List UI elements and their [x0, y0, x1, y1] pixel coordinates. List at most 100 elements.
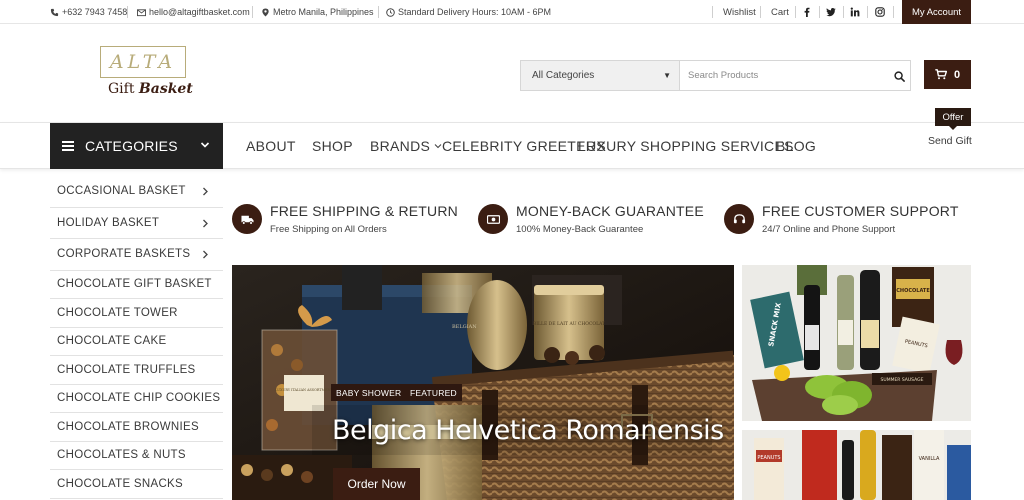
product-image-wine-basket[interactable]: CHOCOLATE SNACK MIX PEANUTS SUMMER SAUSA…: [742, 265, 971, 421]
location-text: Metro Manila, Philippines: [273, 7, 374, 17]
instagram-link[interactable]: [868, 0, 892, 24]
cart-link[interactable]: Cart: [771, 0, 789, 24]
feature-icon-circle: [724, 204, 754, 234]
offer-badge: Offer: [935, 108, 971, 130]
chevron-right-icon: [203, 219, 208, 228]
wine-basket-image: CHOCOLATE SNACK MIX PEANUTS SUMMER SAUSA…: [742, 265, 971, 421]
email-address[interactable]: hello@altagiftbasket.com: [149, 7, 250, 17]
feature-subtitle: Free Shipping on All Orders: [270, 224, 387, 235]
search-button[interactable]: [890, 67, 908, 85]
chevron-down-icon: [434, 144, 442, 149]
category-sidebar: OCCASIONAL BASKET HOLIDAY BASKET CORPORA…: [50, 176, 223, 499]
snack-basket-image: PEANUTS VANILLA: [742, 430, 971, 500]
cart-count: 0: [953, 68, 961, 81]
feature-subtitle: 100% Money-Back Guarantee: [516, 224, 644, 235]
chevron-right-icon: [203, 187, 208, 196]
hero-tag-featured[interactable]: FEATURED: [405, 384, 462, 401]
headset-icon: [733, 213, 745, 223]
sidebar-item-label: CHOCOLATE GIFT BASKET: [57, 278, 212, 291]
feature-title: FREE SHIPPING & RETURN: [270, 203, 458, 219]
linkedin-link[interactable]: [843, 0, 867, 24]
wishlist-link[interactable]: Wishlist: [723, 0, 756, 24]
money-icon: [486, 214, 500, 224]
feature-icon-circle: [232, 204, 262, 234]
nav-blog[interactable]: BLOG: [776, 123, 816, 169]
sidebar-item-label: CHOCOLATE CHIP COOKIES: [57, 392, 221, 405]
sidebar-item-chocolate-gift-basket[interactable]: CHOCOLATE GIFT BASKET: [50, 271, 223, 299]
top-bar: +632 7943 7458 hello@altagiftbasket.com …: [0, 0, 1024, 24]
hero-image: BILLE DE LAIT AU CHOCOLAT LUXURY ITALIAN…: [232, 265, 734, 500]
shopping-cart-icon: [935, 69, 947, 80]
nav-brands-label: BRANDS: [370, 138, 431, 154]
sidebar-item-occasional-basket[interactable]: OCCASIONAL BASKET: [50, 176, 223, 208]
feature-money-back: MONEY-BACK GUARANTEE 100% Money-Back Gua…: [478, 203, 704, 239]
twitter-icon: [826, 8, 836, 17]
sidebar-item-label: CHOCOLATES & NUTS: [57, 449, 186, 462]
phone-info: +632 7943 7458: [50, 0, 127, 24]
mail-icon: [137, 8, 146, 16]
header-cart-button[interactable]: 0: [924, 60, 971, 89]
logo-alta-text: ALTA: [109, 51, 177, 73]
location-info: Metro Manila, Philippines: [261, 0, 374, 24]
menu-icon: [62, 141, 74, 151]
order-now-button[interactable]: Order Now: [333, 468, 420, 500]
clock-icon: [386, 7, 395, 17]
search-input[interactable]: [680, 60, 911, 91]
category-select-value: All Categories: [532, 70, 595, 81]
truck-icon: [240, 215, 254, 225]
delivery-hours: Standard Delivery Hours: 10AM - 6PM: [398, 7, 552, 17]
hero-tag-baby-shower[interactable]: BABY SHOWER: [331, 384, 407, 401]
hero-banner[interactable]: BILLE DE LAIT AU CHOCOLAT LUXURY ITALIAN…: [232, 265, 734, 500]
belgian-label-text: BELGIAN: [452, 324, 477, 330]
sidebar-item-label: CHOCOLATE TOWER: [57, 306, 178, 319]
instagram-icon: [875, 7, 885, 17]
logo-subtitle: Gift Basket: [108, 81, 193, 97]
categories-label: CATEGORIES: [85, 138, 178, 154]
sidebar-item-chocolate-tower[interactable]: CHOCOLATE TOWER: [50, 299, 223, 328]
phone-number: +632 7943 7458: [62, 7, 128, 17]
feature-customer-support: FREE CUSTOMER SUPPORT 24/7 Online and Ph…: [724, 203, 958, 239]
feature-subtitle: 24/7 Online and Phone Support: [762, 224, 896, 235]
product-image-snack-basket[interactable]: PEANUTS VANILLA: [742, 430, 971, 500]
feature-free-shipping: FREE SHIPPING & RETURN Free Shipping on …: [232, 203, 458, 239]
chocolate-label-text: CHOCOLATE: [896, 288, 930, 294]
sidebar-item-label: CHOCOLATE CAKE: [57, 335, 167, 348]
categories-menu-button[interactable]: CATEGORIES: [50, 123, 223, 169]
summer-sausage-label-text: SUMMER SAUSAGE: [881, 377, 924, 383]
sidebar-item-chocolate-cake[interactable]: CHOCOLATE CAKE: [50, 328, 223, 356]
sidebar-item-chocolates-nuts[interactable]: CHOCOLATES & NUTS: [50, 442, 223, 470]
sidebar-item-label: HOLIDAY BASKET: [57, 216, 160, 229]
map-marker-icon: [262, 7, 269, 17]
sidebar-item-chocolate-brownies[interactable]: CHOCOLATE BROWNIES: [50, 413, 223, 442]
facebook-link[interactable]: [795, 0, 819, 24]
twitter-link[interactable]: [819, 0, 843, 24]
category-select[interactable]: All Categories ▼: [520, 60, 680, 91]
sidebar-item-label: CORPORATE BASKETS: [57, 248, 191, 261]
sidebar-item-label: OCCASIONAL BASKET: [57, 185, 186, 198]
sidebar-item-corporate-baskets[interactable]: CORPORATE BASKETS: [50, 239, 223, 271]
site-logo[interactable]: ALTA Gift Basket: [100, 46, 193, 102]
search-icon: [893, 70, 905, 82]
logo-gift-text: Gift: [108, 81, 135, 97]
nav-brands[interactable]: BRANDS: [370, 123, 442, 169]
linkedin-icon: [850, 7, 860, 17]
vanilla-label-text: VANILLA: [919, 456, 940, 462]
logo-frame: ALTA: [100, 46, 186, 78]
nav-shop[interactable]: SHOP: [312, 123, 353, 169]
email-info[interactable]: hello@altagiftbasket.com: [137, 0, 250, 24]
sidebar-item-chocolate-snacks[interactable]: CHOCOLATE SNACKS: [50, 470, 223, 499]
sidebar-item-holiday-basket[interactable]: HOLIDAY BASKET: [50, 208, 223, 239]
tin-label-text: BILLE DE LAIT AU CHOCOLAT: [533, 321, 605, 327]
sidebar-item-chocolate-truffles[interactable]: CHOCOLATE TRUFFLES: [50, 356, 223, 385]
sidebar-item-label: CHOCOLATE BROWNIES: [57, 420, 199, 433]
nav-about[interactable]: ABOUT: [246, 123, 296, 169]
feature-title: FREE CUSTOMER SUPPORT: [762, 203, 959, 219]
feature-icon-circle: [478, 204, 508, 234]
nav-luxury-shopping[interactable]: LUXURY SHOPPING SERVICES: [578, 123, 794, 169]
my-account-button[interactable]: My Account: [902, 0, 971, 24]
feature-title: MONEY-BACK GUARANTEE: [516, 203, 704, 219]
send-gift-link[interactable]: Send Gift: [928, 135, 972, 147]
sidebar-item-chocolate-chip-cookies[interactable]: CHOCOLATE CHIP COOKIES: [50, 385, 223, 413]
chevron-right-icon: [203, 250, 208, 259]
delivery-info: Standard Delivery Hours: 10AM - 6PM: [386, 0, 551, 24]
